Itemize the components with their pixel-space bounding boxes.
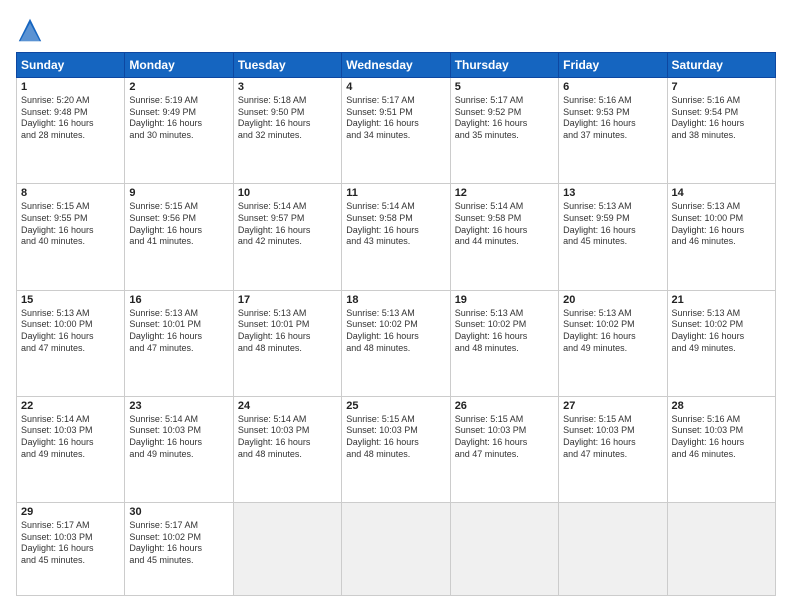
calendar-day: 21Sunrise: 5:13 AMSunset: 10:02 PMDaylig…: [667, 290, 775, 396]
calendar-day: 6Sunrise: 5:16 AMSunset: 9:53 PMDaylight…: [559, 78, 667, 184]
logo-icon: [16, 16, 44, 44]
weekday-header: Monday: [125, 53, 233, 78]
header: [16, 16, 776, 44]
weekday-header: Wednesday: [342, 53, 450, 78]
calendar-day: 1Sunrise: 5:20 AMSunset: 9:48 PMDaylight…: [17, 78, 125, 184]
page: SundayMondayTuesdayWednesdayThursdayFrid…: [0, 0, 792, 612]
calendar-day: 19Sunrise: 5:13 AMSunset: 10:02 PMDaylig…: [450, 290, 558, 396]
logo: [16, 16, 48, 44]
calendar-day: 11Sunrise: 5:14 AMSunset: 9:58 PMDayligh…: [342, 184, 450, 290]
weekday-header: Saturday: [667, 53, 775, 78]
calendar-day: 16Sunrise: 5:13 AMSunset: 10:01 PMDaylig…: [125, 290, 233, 396]
calendar-day: 23Sunrise: 5:14 AMSunset: 10:03 PMDaylig…: [125, 396, 233, 502]
calendar-day: 30Sunrise: 5:17 AMSunset: 10:02 PMDaylig…: [125, 503, 233, 596]
calendar-day: 17Sunrise: 5:13 AMSunset: 10:01 PMDaylig…: [233, 290, 341, 396]
calendar-day: [559, 503, 667, 596]
calendar-day: 28Sunrise: 5:16 AMSunset: 10:03 PMDaylig…: [667, 396, 775, 502]
calendar-day: [342, 503, 450, 596]
calendar-day: 29Sunrise: 5:17 AMSunset: 10:03 PMDaylig…: [17, 503, 125, 596]
weekday-header: Thursday: [450, 53, 558, 78]
calendar-day: 9Sunrise: 5:15 AMSunset: 9:56 PMDaylight…: [125, 184, 233, 290]
calendar-day: 25Sunrise: 5:15 AMSunset: 10:03 PMDaylig…: [342, 396, 450, 502]
calendar-day: 8Sunrise: 5:15 AMSunset: 9:55 PMDaylight…: [17, 184, 125, 290]
calendar-day: 22Sunrise: 5:14 AMSunset: 10:03 PMDaylig…: [17, 396, 125, 502]
calendar-day: 4Sunrise: 5:17 AMSunset: 9:51 PMDaylight…: [342, 78, 450, 184]
weekday-header: Friday: [559, 53, 667, 78]
calendar-day: [233, 503, 341, 596]
calendar-day: 13Sunrise: 5:13 AMSunset: 9:59 PMDayligh…: [559, 184, 667, 290]
weekday-header: Tuesday: [233, 53, 341, 78]
calendar-day: 7Sunrise: 5:16 AMSunset: 9:54 PMDaylight…: [667, 78, 775, 184]
calendar-day: 3Sunrise: 5:18 AMSunset: 9:50 PMDaylight…: [233, 78, 341, 184]
calendar-day: 24Sunrise: 5:14 AMSunset: 10:03 PMDaylig…: [233, 396, 341, 502]
calendar-day: 10Sunrise: 5:14 AMSunset: 9:57 PMDayligh…: [233, 184, 341, 290]
calendar-day: 12Sunrise: 5:14 AMSunset: 9:58 PMDayligh…: [450, 184, 558, 290]
calendar-day: 2Sunrise: 5:19 AMSunset: 9:49 PMDaylight…: [125, 78, 233, 184]
calendar-day: 18Sunrise: 5:13 AMSunset: 10:02 PMDaylig…: [342, 290, 450, 396]
calendar-table: SundayMondayTuesdayWednesdayThursdayFrid…: [16, 52, 776, 596]
calendar-day: [450, 503, 558, 596]
weekday-header: Sunday: [17, 53, 125, 78]
calendar-day: 26Sunrise: 5:15 AMSunset: 10:03 PMDaylig…: [450, 396, 558, 502]
calendar-day: 15Sunrise: 5:13 AMSunset: 10:00 PMDaylig…: [17, 290, 125, 396]
calendar-day: 20Sunrise: 5:13 AMSunset: 10:02 PMDaylig…: [559, 290, 667, 396]
calendar-day: 27Sunrise: 5:15 AMSunset: 10:03 PMDaylig…: [559, 396, 667, 502]
calendar-day: 14Sunrise: 5:13 AMSunset: 10:00 PMDaylig…: [667, 184, 775, 290]
calendar-day: [667, 503, 775, 596]
calendar-day: 5Sunrise: 5:17 AMSunset: 9:52 PMDaylight…: [450, 78, 558, 184]
